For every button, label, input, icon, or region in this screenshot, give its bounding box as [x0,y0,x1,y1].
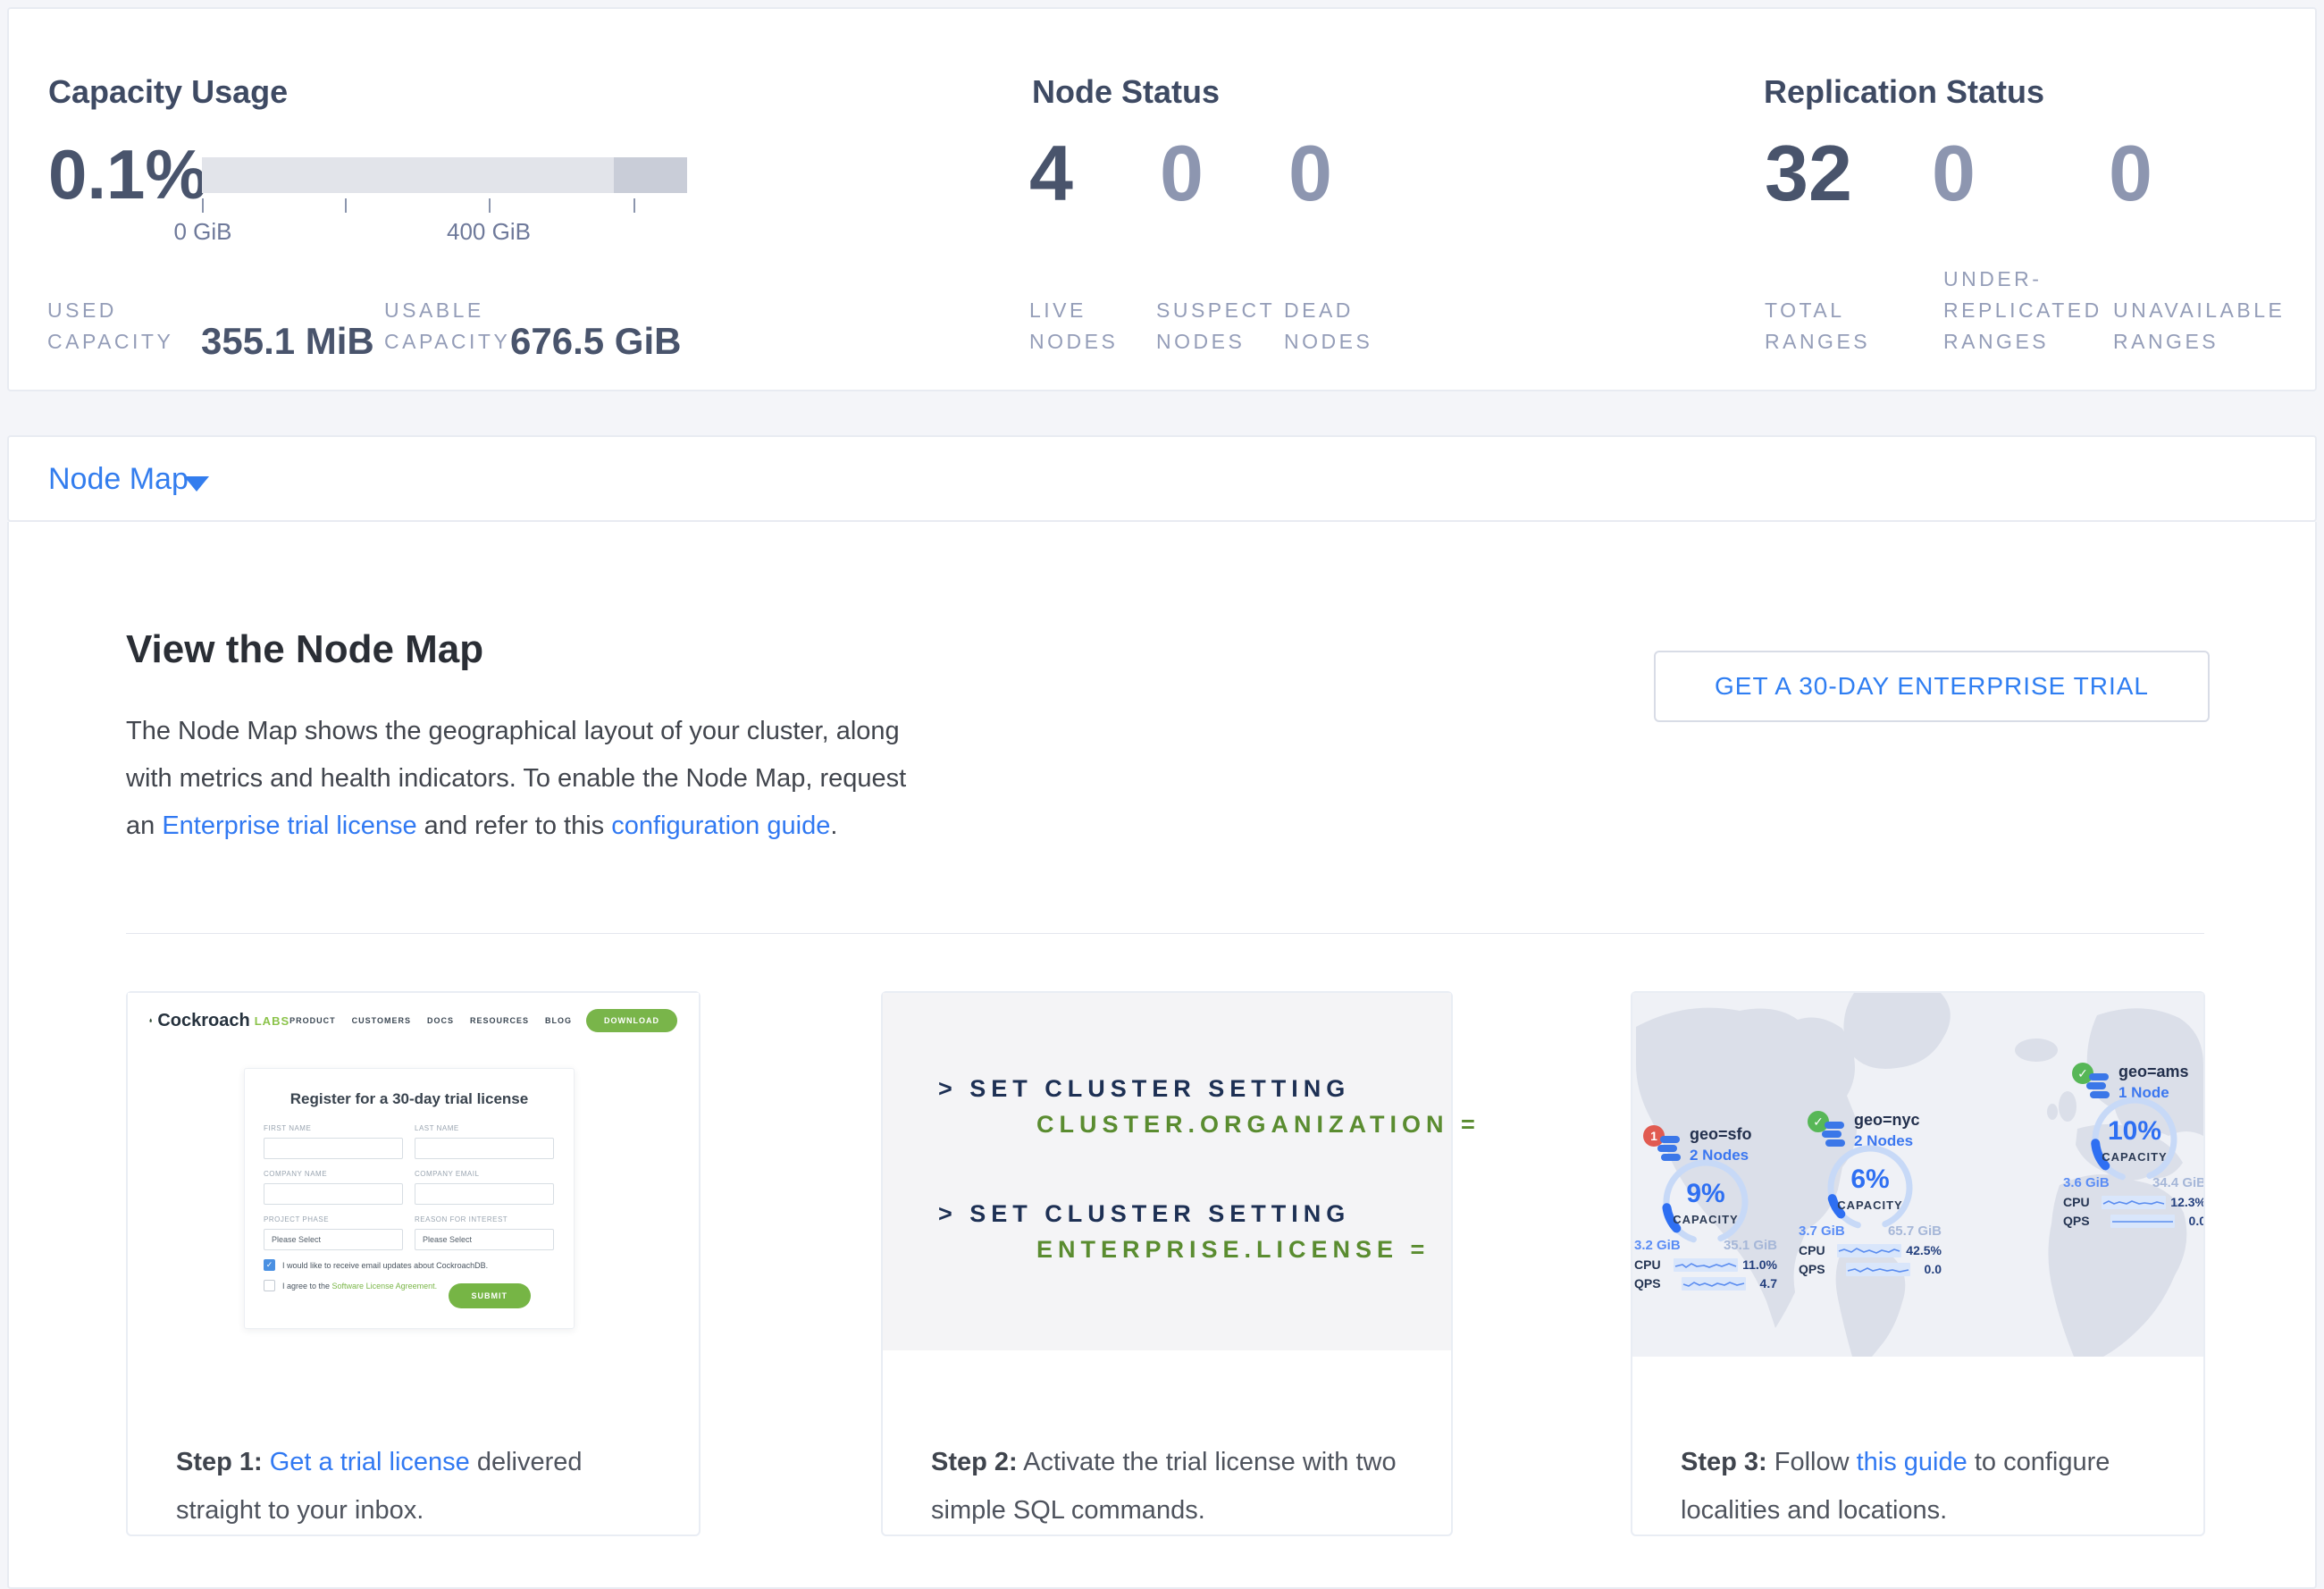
under-replicated-ranges-count: 0 [1932,134,1976,213]
sql-argument: CLUSTER.ORGANIZATION = [1036,1111,1481,1139]
view-selector-bar: Node Map [7,435,2317,522]
suspect-nodes-count: 0 [1160,134,1204,213]
cluster-summary-panel: Capacity Usage 0.1% 0 GiB 400 GiB USED C… [7,7,2317,391]
dead-nodes-count: 0 [1288,134,1332,213]
license-agreement-link: Software License Agreement. [332,1282,438,1291]
company-name-field [264,1183,403,1205]
capacity-axis-tick [633,198,635,213]
nav-item: PRODUCT [289,1016,336,1025]
step3-card: 1 geo=sfo 2 Nodes 9% CAPACITY 3.2 GiB 35… [1631,991,2205,1536]
form-title: Register for a 30-day trial license [245,1090,574,1108]
unavailable-ranges-label: UNAVAILABLE RANGES [2113,295,2301,357]
used-capacity-value: 355.1 MiB [201,320,374,363]
checkbox-label: I agree to the Software License Agreemen… [282,1282,437,1291]
node-map-intro-panel: View the Node Map The Node Map shows the… [7,522,2317,1589]
qps-sparkline [1846,1263,1910,1276]
capacity-gauge-nyc: 6% CAPACITY 3.7 GiB 65.7 GiB CPU 42.5% Q… [1799,1141,1942,1276]
field-label: LAST NAME [415,1124,554,1132]
step2-caption: Step 2: Activate the trial license with … [883,1397,1451,1534]
cpu-sparkline [1837,1244,1901,1257]
logo-suffix: LABS [255,1014,289,1028]
field-label: FIRST NAME [264,1124,403,1132]
project-phase-select: Please Select [264,1229,403,1250]
unavailable-ranges-count: 0 [2109,134,2152,213]
enterprise-trial-license-link[interactable]: Enterprise trial license [162,811,416,840]
nav-item: CUSTOMERS [352,1016,411,1025]
sql-statement: > SET CLUSTER SETTING [938,1075,1350,1103]
total-ranges-label: TOTAL RANGES [1765,295,1903,357]
cockroachlabs-logo-icon [149,1010,152,1031]
logo-text: Cockroach [157,1011,249,1031]
step1-caption: Step 1: Get a trial license delivered st… [128,1397,699,1534]
page-title: View the Node Map [126,627,483,672]
step3-caption: Step 3: Follow this guide to configure l… [1632,1397,2203,1534]
first-name-field [264,1138,403,1159]
field-label: COMPANY EMAIL [415,1170,554,1178]
checkbox-unchecked-icon [264,1280,275,1291]
configuration-guide-link[interactable]: configuration guide [611,811,830,840]
capacity-axis-tick [345,198,347,213]
field-label: PROJECT PHASE [264,1215,403,1223]
dead-nodes-label: DEAD NODES [1284,295,1391,357]
step1-card: Cockroach LABS PRODUCT CUSTOMERS DOCS RE… [126,991,701,1536]
nav-item: DOCS [427,1016,454,1025]
download-button: DOWNLOAD [586,1009,677,1032]
capacity-axis-tick [202,198,204,213]
qps-sparkline [2110,1215,2175,1228]
this-guide-link[interactable]: this guide [1857,1448,1967,1476]
sql-commands-image: > SET CLUSTER SETTING CLUSTER.ORGANIZATI… [883,993,1451,1350]
step2-card: > SET CLUSTER SETTING CLUSTER.ORGANIZATI… [881,991,1453,1536]
description-text: and refer to this [417,811,612,840]
field-label: REASON FOR INTEREST [415,1215,554,1223]
section-divider [126,933,2204,934]
capacity-used-percent: 0.1% [48,139,207,209]
nav-item: BLOG [545,1016,572,1025]
cpu-sparkline [1674,1258,1738,1272]
capacity-bar [202,157,687,193]
capacity-gauge-ams: 10% CAPACITY 3.6 GiB 34.4 GiB CPU 12.3% … [2063,1093,2203,1228]
company-email-field [415,1183,554,1205]
nav-item: RESOURCES [470,1016,529,1025]
reason-select: Please Select [415,1229,554,1250]
node-status-title: Node Status [1032,73,1220,111]
capacity-axis-label-0: 0 GiB [140,218,265,246]
under-replicated-ranges-label: UNDER-REPLICATED RANGES [1943,264,2113,357]
capacity-axis-label-400: 400 GiB [426,218,551,246]
replication-status-title: Replication Status [1764,73,2044,111]
suspect-nodes-label: SUSPECT NODES [1156,295,1277,357]
description-text: . [830,811,837,840]
capacity-gauge-sfo: 9% CAPACITY 3.2 GiB 35.1 GiB CPU 11.0% Q… [1634,1156,1777,1291]
enterprise-trial-button[interactable]: GET A 30-DAY ENTERPRISE TRIAL [1654,651,2210,722]
registration-site-screenshot: Cockroach LABS PRODUCT CUSTOMERS DOCS RE… [128,993,699,1359]
checkbox-label: I would like to receive email updates ab… [282,1261,488,1270]
node-map-preview-image: 1 geo=sfo 2 Nodes 9% CAPACITY 3.2 GiB 35… [1632,993,2203,1357]
usable-capacity-value: 676.5 GiB [510,320,681,363]
used-capacity-label: USED CAPACITY [47,295,204,357]
capacity-bar-end-segment [614,157,687,193]
checkbox-checked-icon: ✓ [264,1259,275,1271]
get-trial-license-link[interactable]: Get a trial license [270,1448,470,1476]
capacity-usage-title: Capacity Usage [48,73,288,111]
last-name-field [415,1138,554,1159]
live-nodes-count: 4 [1029,134,1073,213]
site-nav: PRODUCT CUSTOMERS DOCS RESOURCES BLOG [289,1016,572,1025]
cpu-sparkline [2102,1196,2166,1209]
node-map-dropdown[interactable]: Node Map [48,462,189,497]
caret-down-icon[interactable] [184,476,209,492]
sql-argument: ENTERPRISE.LICENSE = [1036,1236,1430,1264]
total-ranges-count: 32 [1765,134,1852,213]
submit-button: SUBMIT [449,1283,532,1308]
field-label: COMPANY NAME [264,1170,403,1178]
node-map-description: The Node Map shows the geographical layo… [126,708,939,850]
live-nodes-label: LIVE NODES [1029,295,1137,357]
qps-sparkline [1682,1277,1746,1291]
trial-license-form: Register for a 30-day trial license FIRS… [244,1068,575,1329]
sql-statement: > SET CLUSTER SETTING [938,1200,1350,1228]
capacity-axis-tick [489,198,491,213]
